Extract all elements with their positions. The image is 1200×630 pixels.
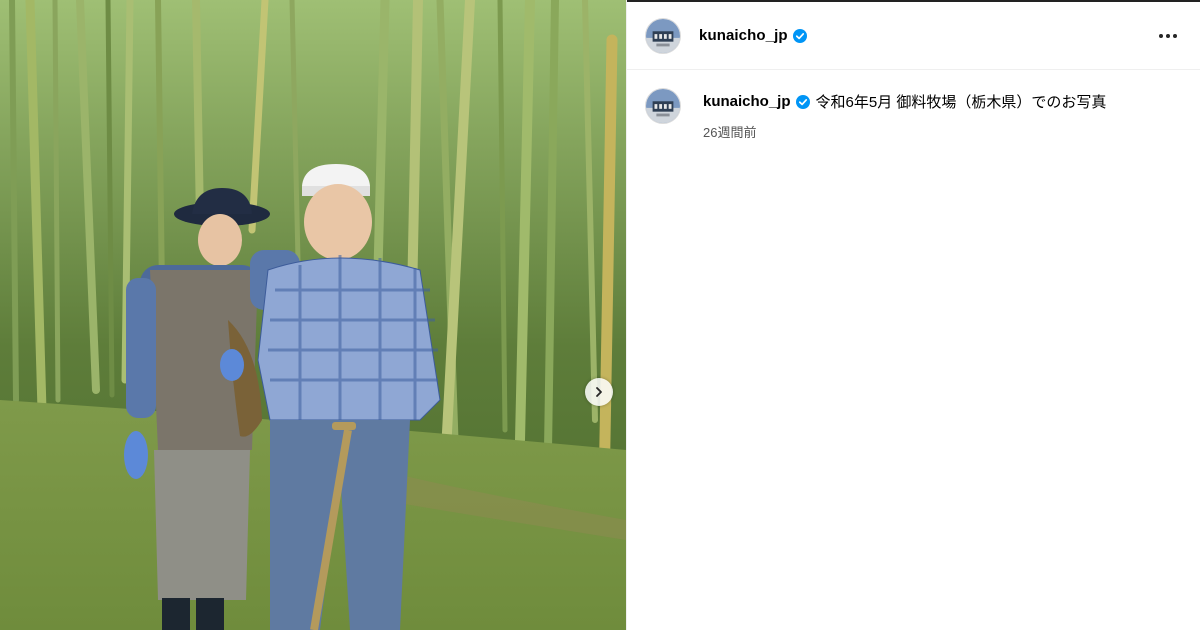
post-header: kunaicho_jp [627,2,1200,70]
verified-badge-icon [795,94,810,109]
caption-username[interactable]: kunaicho_jp [703,93,791,110]
bamboo-grove-photo [0,0,626,630]
caption-block: kunaicho_jp 令和6年5月 御料牧場（栃木県）でのお写真 26週間前 [627,70,1200,141]
post-sidebar: kunaicho_jp kunaicho_jp 令和6年5月 御料牧場（栃木県）… [626,0,1200,630]
chevron-right-icon [596,387,602,397]
avatar[interactable] [645,17,681,54]
more-options-button[interactable] [1156,24,1180,48]
post-timestamp[interactable]: 26週間前 [703,122,1106,141]
caption-avatar[interactable] [645,88,681,124]
verified-badge-icon [792,28,807,43]
post-photo[interactable] [0,0,626,630]
more-horizontal-icon [1159,33,1177,38]
instagram-post: kunaicho_jp kunaicho_jp 令和6年5月 御料牧場（栃木県）… [0,0,1200,630]
agency-building-logo [646,89,680,123]
caption-line: kunaicho_jp 令和6年5月 御料牧場（栃木県）でのお写真 [703,91,1106,112]
username[interactable]: kunaicho_jp [699,27,788,44]
caption-body: kunaicho_jp 令和6年5月 御料牧場（栃木県）でのお写真 26週間前 [703,91,1106,141]
agency-building-logo [646,18,680,53]
next-slide-button[interactable] [585,378,613,406]
caption-text: 令和6年5月 御料牧場（栃木県）でのお写真 [815,94,1107,111]
